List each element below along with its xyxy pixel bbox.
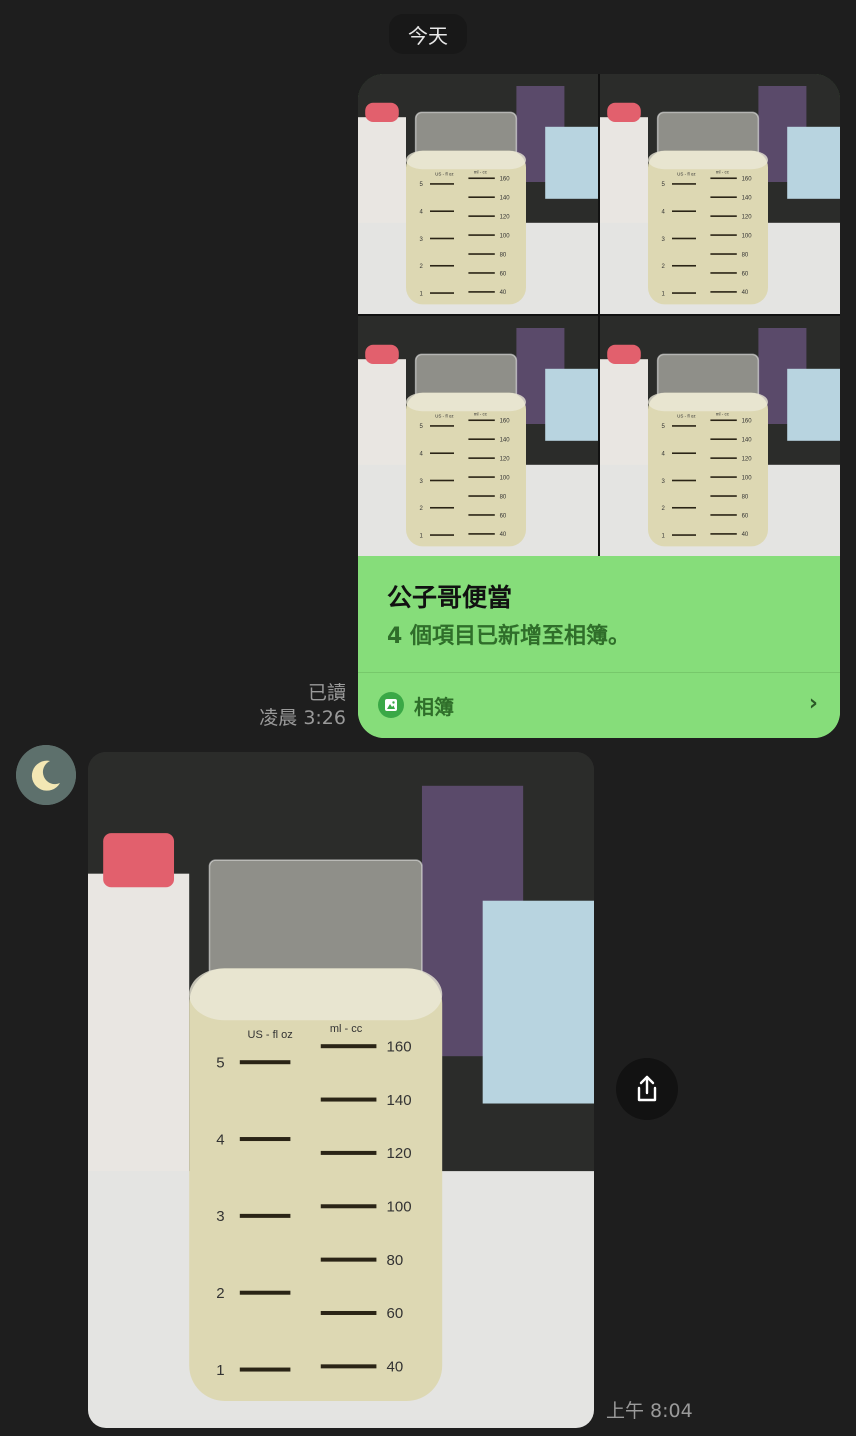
date-divider: 今天	[389, 14, 467, 54]
svg-text:40: 40	[387, 1359, 404, 1376]
svg-text:100: 100	[742, 233, 753, 239]
chevron-right-icon: ›	[808, 691, 818, 716]
album-photo-grid: US - fl oz ml - cc 160 140 120 100 80 60 40 5 4 3 2 1…	[358, 74, 840, 556]
svg-text:ml - cc: ml - cc	[474, 169, 488, 174]
avatar[interactable]	[16, 745, 76, 805]
received-photo[interactable]: US - fl oz ml - cc 160 140 120 100 80 60 40 5 4 3 2 1	[88, 752, 594, 1428]
album-link[interactable]: 相簿 ›	[358, 673, 840, 738]
svg-text:US - fl oz: US - fl oz	[677, 171, 696, 176]
svg-text:120: 120	[500, 214, 511, 220]
svg-text:1: 1	[216, 1362, 224, 1379]
date-divider-label: 今天	[408, 23, 448, 48]
svg-text:40: 40	[500, 532, 507, 538]
svg-text:100: 100	[500, 233, 511, 239]
svg-text:60: 60	[500, 513, 507, 519]
sent-message-meta: 已讀 凌晨 3:26	[236, 681, 346, 731]
album-subtitle: 4 個項目已新增至相簿。	[387, 624, 630, 649]
svg-text:US - fl oz: US - fl oz	[677, 413, 696, 418]
share-button[interactable]	[616, 1058, 678, 1120]
album-link-label: 相簿	[414, 695, 454, 719]
svg-text:US - fl oz: US - fl oz	[435, 171, 454, 176]
svg-text:160: 160	[500, 177, 511, 183]
svg-text:ml - cc: ml - cc	[474, 411, 488, 416]
svg-text:ml - cc: ml - cc	[716, 169, 730, 174]
svg-text:40: 40	[742, 532, 749, 538]
svg-text:60: 60	[500, 271, 507, 277]
photo-scene: US - fl oz ml - cc16014012010080604054321	[600, 74, 840, 314]
svg-text:120: 120	[387, 1145, 412, 1162]
album-photo-2[interactable]: US - fl oz ml - cc 160 140 120 100 80 60 40 5 4 3 2 1	[600, 74, 840, 314]
photo-scene: US - fl oz ml - cc16014012010080604054321	[358, 316, 598, 556]
crescent-moon-icon	[16, 745, 76, 805]
svg-text:80: 80	[500, 252, 507, 258]
svg-text:160: 160	[500, 419, 511, 425]
album-photo-4[interactable]: US - fl oz ml - cc 160 140 120 100 80 60 40 5 4 3 2 1	[600, 316, 840, 556]
svg-text:80: 80	[742, 252, 749, 258]
svg-text:60: 60	[742, 271, 749, 277]
svg-text:140: 140	[500, 437, 511, 443]
photo-scene: US - fl oz ml - cc 160 140 120 100 80 60 40 5 4 3 2 1	[88, 752, 594, 1428]
svg-text:140: 140	[742, 437, 753, 443]
svg-text:160: 160	[742, 177, 753, 183]
svg-text:3: 3	[216, 1208, 224, 1225]
svg-text:US - fl oz: US - fl oz	[248, 1029, 293, 1041]
svg-text:60: 60	[742, 513, 749, 519]
svg-text:US - fl oz: US - fl oz	[435, 413, 454, 418]
share-icon	[637, 1075, 657, 1102]
svg-text:4: 4	[216, 1131, 224, 1148]
svg-text:80: 80	[742, 494, 749, 500]
svg-text:140: 140	[500, 195, 511, 201]
svg-text:100: 100	[742, 475, 753, 481]
album-card-info: 公子哥便當 4 個項目已新增至相簿。 相簿 ›	[358, 556, 840, 738]
photo-scene: US - fl oz ml - cc16014012010080604054321	[358, 74, 598, 314]
svg-text:40: 40	[500, 290, 507, 296]
album-icon	[378, 692, 404, 718]
read-status: 已讀	[307, 682, 346, 704]
svg-text:160: 160	[387, 1038, 412, 1055]
svg-text:100: 100	[387, 1199, 412, 1216]
album-card[interactable]: US - fl oz ml - cc 160 140 120 100 80 60 40 5 4 3 2 1…	[358, 74, 840, 738]
svg-text:140: 140	[742, 195, 753, 201]
svg-text:140: 140	[387, 1092, 412, 1109]
svg-text:60: 60	[387, 1305, 404, 1322]
svg-text:5: 5	[216, 1054, 224, 1071]
svg-text:120: 120	[500, 456, 511, 462]
svg-text:ml - cc: ml - cc	[330, 1023, 363, 1035]
svg-text:ml - cc: ml - cc	[716, 411, 730, 416]
album-photo-1[interactable]: US - fl oz ml - cc 160 140 120 100 80 60 40 5 4 3 2 1	[358, 74, 598, 314]
svg-text:160: 160	[742, 419, 753, 425]
album-title: 公子哥便當	[387, 583, 513, 612]
sent-time: 凌晨 3:26	[259, 707, 346, 729]
svg-text:120: 120	[742, 456, 753, 462]
svg-text:120: 120	[742, 214, 753, 220]
svg-text:80: 80	[387, 1252, 404, 1269]
album-photo-3[interactable]: US - fl oz ml - cc 160 140 120 100 80 60 40 5 4 3 2 1	[358, 316, 598, 556]
photo-scene: US - fl oz ml - cc16014012010080604054321	[600, 316, 840, 556]
svg-text:100: 100	[500, 475, 511, 481]
received-time: 上午 8:04	[606, 1400, 693, 1422]
svg-text:80: 80	[500, 494, 507, 500]
svg-text:40: 40	[742, 290, 749, 296]
svg-text:2: 2	[216, 1285, 224, 1302]
